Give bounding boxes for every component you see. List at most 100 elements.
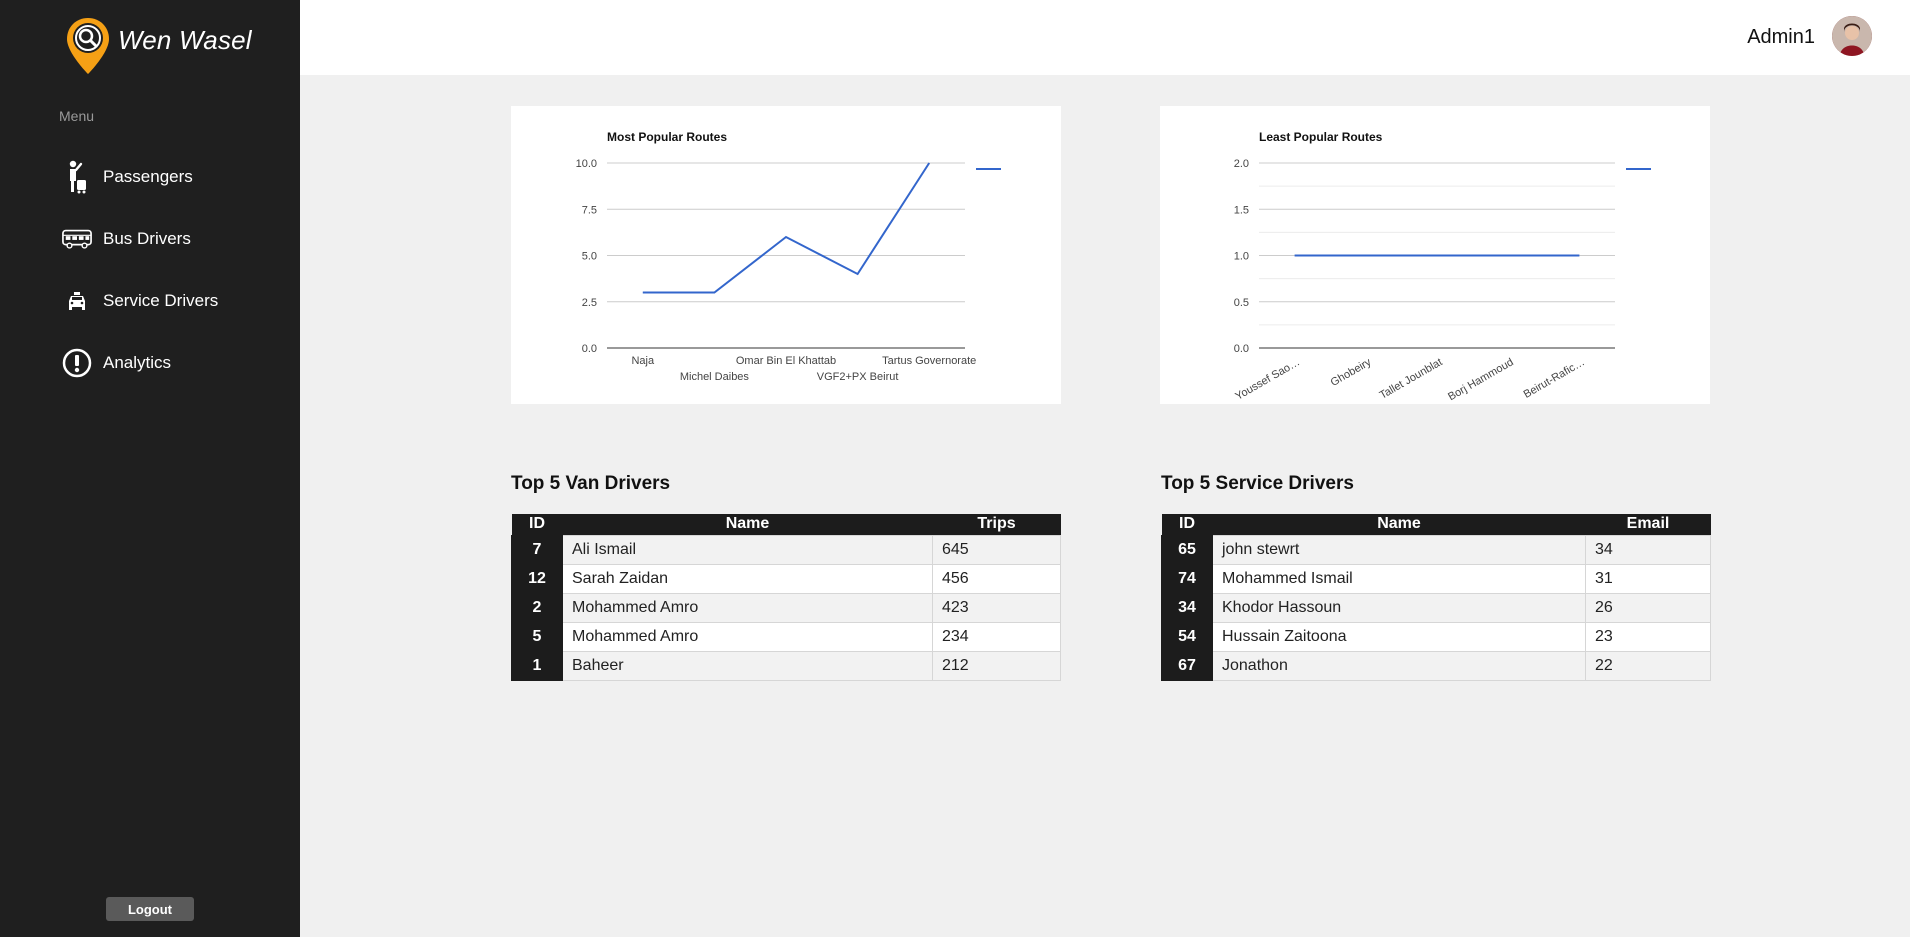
sidebar-item-bus-drivers[interactable]: Bus Drivers (0, 208, 300, 270)
least-popular-routes-card: Least Popular Routes 0.0 0.5 1.0 1.5 2.0 Yous… (1160, 106, 1710, 404)
most-popular-routes-chart: Most Popular Routes 0.0 2.5 5.0 7.5 10.0 Naja… (576, 130, 1001, 383)
cell-value: 212 (932, 650, 1061, 681)
cell-name: Ali Ismail (562, 534, 933, 565)
sidebar-item-label: Bus Drivers (103, 229, 191, 248)
y-tick-label: 5.0 (582, 251, 597, 263)
van-drivers-title: Top 5 Van Drivers (511, 473, 671, 494)
cell-name: Hussain Zaitoona (1212, 621, 1586, 652)
cell-value: 31 (1585, 563, 1711, 594)
col-email[interactable]: Email (1585, 514, 1711, 535)
y-tick-label: 0.5 (1234, 297, 1249, 309)
most-popular-routes-card: Most Popular Routes 0.0 2.5 5.0 7.5 10.0 Naja… (511, 106, 1061, 404)
table-header-row: ID Name Trips (511, 514, 1061, 535)
cell-value: 34 (1585, 534, 1711, 565)
table-row[interactable]: 5 Mohammed Amro 234 (511, 621, 1061, 652)
table-row[interactable]: 1 Baheer 212 (511, 650, 1061, 681)
y-tick-label: 0.0 (582, 343, 597, 355)
y-tick-label: 7.5 (582, 204, 597, 216)
table-row[interactable]: 2 Mohammed Amro 423 (511, 592, 1061, 623)
avatar[interactable] (1832, 16, 1872, 56)
taxi-icon (62, 286, 92, 316)
y-tick-label: 1.5 (1234, 204, 1249, 216)
sidebar-item-passengers[interactable]: Passengers (0, 146, 300, 208)
cell-name: Sarah Zaidan (562, 563, 933, 594)
sidebar-nav: Passengers Bus Drivers Service Drivers A… (0, 146, 300, 394)
x-tick-label: Omar Bin El Khattab (736, 355, 836, 367)
brand-name: Wen Wasel (118, 24, 252, 55)
alert-circle-icon (62, 348, 92, 378)
cell-value: 23 (1585, 621, 1711, 652)
table-row[interactable]: 34 Khodor Hassoun 26 (1161, 592, 1711, 623)
sidebar-item-label: Passengers (103, 167, 193, 186)
cell-id: 67 (1161, 650, 1213, 681)
cell-id: 2 (511, 592, 563, 623)
cell-id: 65 (1161, 534, 1213, 565)
cell-value: 26 (1585, 592, 1711, 623)
table-row[interactable]: 65 john stewrt 34 (1161, 534, 1711, 565)
table-row[interactable]: 12 Sarah Zaidan 456 (511, 563, 1061, 594)
cell-id: 74 (1161, 563, 1213, 594)
cell-id: 5 (511, 621, 563, 652)
x-tick-label: Youssef Sao… (1233, 356, 1302, 403)
cell-value: 22 (1585, 650, 1711, 681)
sidebar-item-service-drivers[interactable]: Service Drivers (0, 270, 300, 332)
cell-name: john stewrt (1212, 534, 1586, 565)
cell-name: Mohammed Amro (562, 621, 933, 652)
cell-name: Jonathon (1212, 650, 1586, 681)
table-row[interactable]: 67 Jonathon 22 (1161, 650, 1711, 681)
y-tick-label: 2.0 (1234, 158, 1249, 170)
cell-name: Khodor Hassoun (1212, 592, 1586, 623)
col-trips[interactable]: Trips (932, 514, 1061, 535)
cell-name: Baheer (562, 650, 933, 681)
y-tick-label: 1.0 (1234, 251, 1249, 263)
y-tick-label: 10.0 (576, 158, 597, 170)
bus-icon (62, 224, 92, 254)
menu-label: Menu (59, 108, 95, 124)
x-tick-label: Naja (631, 355, 655, 367)
cell-value: 423 (932, 592, 1061, 623)
cell-value: 456 (932, 563, 1061, 594)
col-name[interactable]: Name (1212, 514, 1586, 535)
least-popular-routes-chart: Least Popular Routes 0.0 0.5 1.0 1.5 2.0 Yous… (1233, 130, 1651, 403)
user-name[interactable]: Admin1 (1747, 26, 1815, 49)
table-row[interactable]: 54 Hussain Zaitoona 23 (1161, 621, 1711, 652)
chart-title: Most Popular Routes (607, 130, 727, 144)
cell-id: 34 (1161, 592, 1213, 623)
y-tick-label: 2.5 (582, 297, 597, 309)
col-name[interactable]: Name (562, 514, 933, 535)
x-tick-label: Beirut-Rafic… (1522, 356, 1587, 401)
cell-id: 12 (511, 563, 563, 594)
x-tick-label: Tartus Governorate (882, 355, 976, 367)
series-line[interactable] (642, 162, 931, 294)
col-id[interactable]: ID (1161, 514, 1213, 535)
location-pin-logo-icon (67, 18, 109, 74)
service-drivers-table: ID Name Email 65 john stewrt 34 74 Mohammed … (1161, 514, 1711, 681)
x-tick-label: VGF2+PX Beirut (817, 371, 899, 383)
passenger-icon (62, 160, 92, 194)
cell-id: 1 (511, 650, 563, 681)
x-tick-label: Borj Hammoud (1446, 356, 1516, 403)
top-header: Admin1 (300, 0, 1910, 75)
brand-logo[interactable]: Wen Wasel (64, 16, 252, 76)
cell-id: 7 (511, 534, 563, 565)
sidebar-item-label: Service Drivers (103, 291, 219, 310)
x-tick-label: Tallet Jounblat (1378, 356, 1445, 402)
x-tick-label: Ghobeiry (1329, 356, 1374, 389)
service-drivers-title: Top 5 Service Drivers (1161, 473, 1354, 494)
sidebar: Wen Wasel Menu Passengers Bus Drivers Se… (0, 0, 300, 937)
cell-name: Mohammed Ismail (1212, 563, 1586, 594)
table-header-row: ID Name Email (1161, 514, 1711, 535)
col-id[interactable]: ID (511, 514, 563, 535)
x-tick-label: Michel Daibes (680, 371, 750, 383)
cell-value: 234 (932, 621, 1061, 652)
cell-name: Mohammed Amro (562, 592, 933, 623)
van-drivers-table: ID Name Trips 7 Ali Ismail 645 12 Sarah Zaid… (511, 514, 1061, 681)
logout-button[interactable]: Logout (106, 897, 194, 921)
table-row[interactable]: 7 Ali Ismail 645 (511, 534, 1061, 565)
cell-value: 645 (932, 534, 1061, 565)
chart-title: Least Popular Routes (1259, 130, 1383, 144)
y-tick-label: 0.0 (1234, 343, 1249, 355)
sidebar-item-label: Analytics (103, 353, 172, 372)
sidebar-item-analytics[interactable]: Analytics (0, 332, 300, 394)
table-row[interactable]: 74 Mohammed Ismail 31 (1161, 563, 1711, 594)
